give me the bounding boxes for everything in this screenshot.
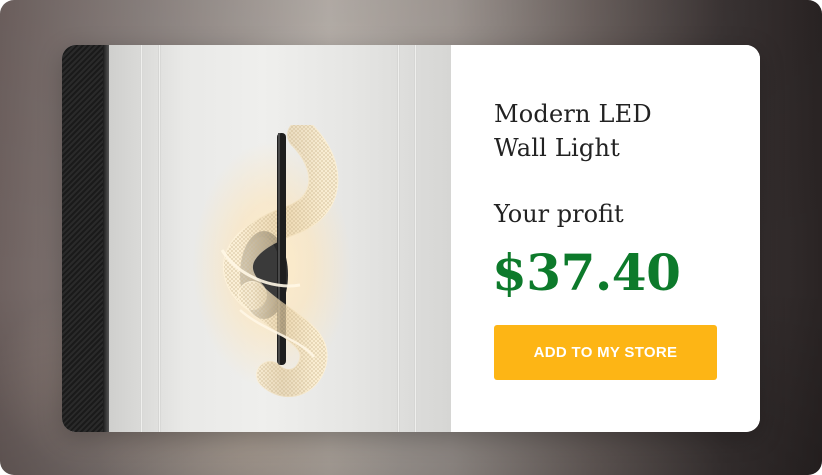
add-to-store-button[interactable]: ADD TO MY STORE — [494, 325, 717, 380]
product-image — [62, 45, 451, 432]
product-card: Modern LED Wall Light Your profit $37.40… — [62, 45, 760, 432]
profit-amount: $37.40 — [492, 243, 681, 302]
product-title-line2: Wall Light — [494, 134, 620, 162]
wall-molding — [397, 45, 400, 432]
wall-molding — [414, 45, 417, 432]
photo-fabric-edge — [62, 45, 109, 432]
product-title-line1: Modern LED — [494, 100, 652, 128]
product-info-panel: Modern LED Wall Light Your profit $37.40… — [451, 45, 760, 432]
wall-lamp-illustration — [220, 125, 339, 397]
wall-molding — [158, 45, 161, 432]
wall-molding — [140, 45, 143, 432]
product-title: Modern LED Wall Light — [494, 97, 744, 165]
profit-label: Your profit — [494, 200, 624, 228]
